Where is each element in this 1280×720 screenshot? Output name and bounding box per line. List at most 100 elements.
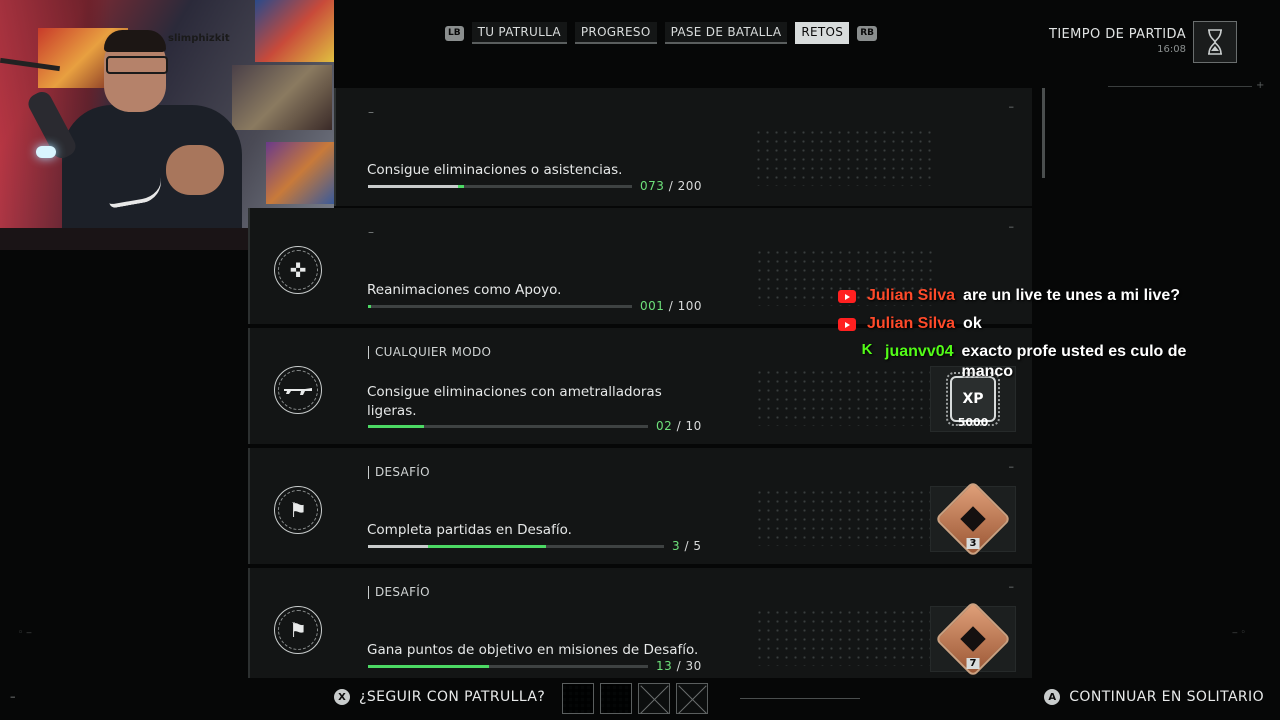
progress-total: 30 bbox=[685, 659, 702, 673]
streamer-hands bbox=[166, 145, 224, 195]
hourglass-icon bbox=[1193, 21, 1237, 63]
match-time: TIEMPO DE PARTIDA 16:08 bbox=[1049, 27, 1186, 55]
progress-current: 02 bbox=[656, 419, 673, 433]
challenge-dot-pattern bbox=[754, 128, 934, 186]
match-time-label: TIEMPO DE PARTIDA bbox=[1048, 27, 1186, 42]
challenge-list-scrollbar[interactable] bbox=[1042, 88, 1045, 178]
empty-squad-slot[interactable] bbox=[676, 683, 708, 714]
challenge-progress-bar bbox=[368, 665, 648, 668]
progress-total: 5 bbox=[693, 539, 702, 553]
top-nav: LB TU PATRULLA PROGRESO PASE DE BATALLA … bbox=[445, 22, 878, 44]
chat-username: Julian Silva bbox=[867, 315, 956, 332]
challenge-progress-count: 073 / 200 bbox=[640, 179, 702, 193]
badge-reward: 3 bbox=[930, 480, 1016, 558]
challenge-mode: – bbox=[368, 225, 375, 239]
continue-squad-label: ¿SEGUIR CON PATRULLA? bbox=[359, 689, 546, 705]
challenge-description: Gana puntos de objetivo en misiones de D… bbox=[367, 642, 699, 658]
challenge-corner-mark: – bbox=[1008, 460, 1015, 473]
empty-squad-slot[interactable] bbox=[638, 683, 670, 714]
hud-plus-mark: + bbox=[1256, 80, 1265, 91]
progress-current: 13 bbox=[656, 659, 673, 673]
lb-bumper-icon[interactable]: LB bbox=[445, 25, 464, 41]
challenge-progress-count: 3 / 5 bbox=[672, 539, 702, 553]
chat-message: Julian Silva ok bbox=[838, 314, 1218, 334]
continue-solo-prompt[interactable]: A CONTINUAR EN SOLITARIO bbox=[1044, 689, 1264, 705]
progress-fill-new bbox=[368, 425, 424, 428]
tab-pase-de-batalla[interactable]: PASE DE BATALLA bbox=[664, 22, 788, 44]
challenge-description: Reanimaciones como Apoyo. bbox=[367, 282, 562, 298]
progress-current: 073 bbox=[640, 179, 665, 193]
challenge-description: Consigue eliminaciones o asistencias. bbox=[367, 162, 623, 178]
youtube-icon bbox=[838, 290, 856, 303]
challenge-description: Consigue eliminaciones con ametralladora… bbox=[367, 384, 662, 419]
progress-fill-previous bbox=[368, 545, 428, 548]
continue-solo-label: CONTINUAR EN SOLITARIO bbox=[1069, 689, 1264, 705]
rb-bumper-icon[interactable]: RB bbox=[857, 25, 878, 41]
badge-reward-amount: 7 bbox=[966, 658, 980, 669]
tab-tu-patrulla[interactable]: TU PATRULLA bbox=[471, 22, 567, 44]
bottom-divider bbox=[740, 698, 860, 699]
flag-icon: ⚑ bbox=[274, 606, 322, 654]
chat-message: K juanvv04 exacto profe usted es culo de… bbox=[838, 340, 1218, 382]
challenge-corner-mark: – bbox=[1008, 100, 1015, 113]
progress-total: 10 bbox=[685, 419, 702, 433]
squad-slots bbox=[562, 683, 708, 714]
microphone-light bbox=[36, 146, 56, 158]
challenge-progress-count: 02 / 10 bbox=[656, 419, 702, 433]
chat-message: Julian Silva are un live te unes a mi li… bbox=[838, 286, 1218, 306]
chat-text: exacto profe usted es culo de manco bbox=[961, 343, 1187, 380]
challenge-dot-pattern bbox=[755, 488, 935, 546]
streamer-glasses bbox=[106, 56, 168, 74]
challenge-mode: CUALQUIER MODO bbox=[368, 346, 491, 359]
wall-poster bbox=[255, 0, 334, 62]
hud-corner-mark: ‒ ◦ bbox=[1232, 628, 1246, 638]
progress-total: 200 bbox=[677, 179, 702, 193]
chat-username: juanvv04 bbox=[885, 343, 954, 360]
challenge-progress-count: 13 / 30 bbox=[656, 659, 702, 673]
challenge-card[interactable]: – – Consigue eliminaciones o asistencias… bbox=[334, 88, 1032, 206]
revive-icon: ✜ bbox=[274, 246, 322, 294]
challenge-corner-mark: – bbox=[1008, 220, 1015, 233]
continue-squad-prompt[interactable]: X ¿SEGUIR CON PATRULLA? bbox=[334, 689, 545, 705]
tab-retos[interactable]: RETOS bbox=[795, 22, 850, 44]
chat-username: Julian Silva bbox=[867, 287, 956, 304]
squad-member-emblem[interactable] bbox=[600, 683, 632, 714]
challenge-progress-bar bbox=[368, 425, 648, 428]
challenge-card[interactable]: ⚑ DESAFÍO – Gana puntos de objetivo en m… bbox=[248, 568, 1032, 678]
badge-reward: 7 bbox=[930, 600, 1016, 678]
badge-reward-amount: 3 bbox=[966, 538, 980, 549]
tab-progreso[interactable]: PROGRESO bbox=[574, 22, 657, 44]
squad-member-emblem[interactable] bbox=[562, 683, 594, 714]
x-button-icon: X bbox=[334, 689, 350, 705]
youtube-icon bbox=[838, 318, 856, 331]
xp-reward-amount: 5000 bbox=[957, 416, 989, 429]
chat-text: ok bbox=[963, 315, 982, 332]
stream-chat: Julian Silva are un live te unes a mi li… bbox=[838, 286, 1218, 390]
chat-text: are un live te unes a mi live? bbox=[963, 287, 1181, 304]
progress-fill-previous bbox=[368, 185, 458, 188]
progress-fill-new bbox=[368, 665, 489, 668]
hud-divider bbox=[1108, 86, 1252, 87]
bottom-left-mark: – bbox=[10, 690, 16, 703]
kick-icon: K bbox=[861, 340, 873, 358]
challenge-mode: DESAFÍO bbox=[368, 466, 430, 479]
progress-total: 100 bbox=[677, 299, 702, 313]
a-button-icon: A bbox=[1044, 689, 1061, 705]
progress-fill-new bbox=[368, 305, 371, 308]
challenge-progress-bar bbox=[368, 545, 664, 548]
webcam-wall-text: slimphizkit bbox=[168, 33, 230, 44]
challenge-mode: – bbox=[368, 105, 375, 119]
challenge-corner-mark: – bbox=[1008, 580, 1015, 593]
hud-corner-mark: ◦ ‒ bbox=[18, 628, 32, 638]
challenge-dot-pattern bbox=[755, 608, 935, 666]
machine-gun-icon bbox=[274, 366, 322, 414]
challenge-progress-count: 001 / 100 bbox=[640, 299, 702, 313]
challenge-description: Completa partidas en Desafío. bbox=[367, 522, 572, 538]
challenge-card[interactable]: ⚑ DESAFÍO – Completa partidas en Desafío… bbox=[248, 448, 1032, 564]
streamer-hair bbox=[104, 30, 166, 52]
match-time-value: 16:08 bbox=[1157, 44, 1186, 55]
flag-icon: ⚑ bbox=[274, 486, 322, 534]
challenge-progress-bar bbox=[368, 185, 632, 188]
progress-current: 3 bbox=[672, 539, 681, 553]
challenge-progress-bar bbox=[368, 305, 632, 308]
